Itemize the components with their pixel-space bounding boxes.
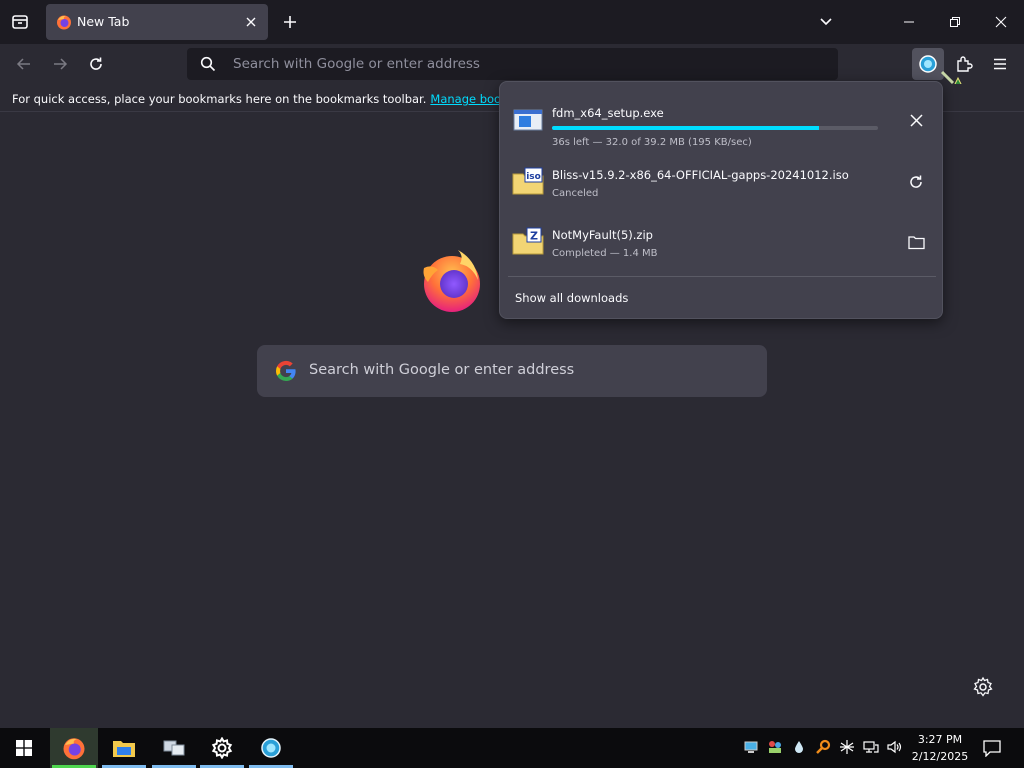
download-manager-icon (261, 738, 281, 758)
downloads-progress-icon (919, 55, 937, 73)
firefox-logo-icon (423, 250, 480, 312)
puzzle-icon (957, 56, 973, 72)
retry-download-button[interactable] (904, 170, 928, 194)
download-filename: Bliss-v15.9.2-x86_64-OFFICIAL-gapps-2024… (552, 168, 849, 182)
taskbar-firefox[interactable] (50, 728, 98, 768)
firefox-view-button[interactable] (4, 6, 36, 38)
taskbar-remote-desktop[interactable] (150, 728, 198, 768)
svg-text:Z: Z (530, 230, 538, 243)
arrow-right-icon (54, 58, 68, 70)
download-filename: fdm_x64_setup.exe (552, 106, 664, 120)
personalize-button[interactable] (972, 676, 994, 698)
arrow-left-icon (16, 58, 30, 70)
notification-icon (983, 739, 1001, 757)
firefox-view-icon (12, 15, 28, 29)
start-button[interactable] (0, 728, 48, 768)
reload-button[interactable] (80, 48, 112, 80)
plus-icon (284, 16, 296, 28)
tray-network-icon[interactable] (862, 738, 880, 756)
hamburger-menu-icon (994, 58, 1006, 70)
restore-button[interactable] (932, 0, 978, 44)
taskbar-file-explorer[interactable] (100, 728, 148, 768)
google-icon (275, 360, 296, 382)
cancel-download-button[interactable] (904, 108, 928, 132)
firefox-icon (63, 738, 85, 760)
tab-new-tab[interactable]: New Tab (46, 4, 268, 40)
window-close-button[interactable] (978, 0, 1024, 44)
tray-monitor-icon[interactable] (742, 738, 760, 756)
bookmarks-message-text: For quick access, place your bookmarks h… (12, 92, 427, 106)
taskbar-clock[interactable]: 3:27 PM 2/12/2025 (908, 731, 972, 765)
show-all-downloads-button[interactable]: Show all downloads (515, 291, 628, 305)
new-tab-button[interactable] (274, 6, 306, 38)
show-in-folder-button[interactable] (904, 230, 928, 254)
close-icon (995, 16, 1007, 28)
minimize-button[interactable] (886, 0, 932, 44)
close-icon (909, 113, 923, 127)
windows-taskbar: 3:27 PM 2/12/2025 (0, 728, 1024, 768)
tray-volume-icon[interactable] (886, 738, 904, 756)
restore-icon (950, 17, 960, 27)
firefox-favicon-icon (57, 15, 71, 30)
taskbar-settings[interactable] (198, 728, 246, 768)
navigation-toolbar: Search with Google or enter address (0, 44, 1024, 101)
tray-drop-icon[interactable] (790, 738, 808, 756)
clock-date: 2/12/2025 (911, 750, 969, 763)
download-progress-bar (552, 126, 878, 130)
back-button[interactable] (8, 48, 40, 80)
url-bar[interactable]: Search with Google or enter address (187, 48, 838, 80)
forward-button[interactable] (44, 48, 76, 80)
zip-file-icon: Z (512, 227, 544, 255)
download-item[interactable]: fdm_x64_setup.exe 36s left — 32.0 of 39.… (508, 90, 936, 148)
gear-icon (211, 737, 233, 759)
bookmarks-empty-message: For quick access, place your bookmarks h… (12, 92, 543, 106)
download-item[interactable]: Z NotMyFault(5).zip Completed — 1.4 MB (508, 212, 936, 270)
tray-search-icon[interactable] (814, 738, 832, 756)
retry-icon (910, 175, 922, 188)
chevron-down-icon (820, 18, 832, 26)
iso-file-icon: iso (512, 167, 544, 195)
download-status: Canceled (552, 188, 599, 199)
minimize-icon (904, 21, 914, 23)
tab-title: New Tab (77, 14, 130, 29)
taskbar-download-manager[interactable] (247, 728, 295, 768)
download-progress-fill (552, 126, 820, 130)
new-tab-search-placeholder: Search with Google or enter address (309, 362, 575, 378)
download-filename: NotMyFault(5).zip (552, 228, 653, 242)
search-icon (200, 56, 216, 72)
windows-logo-icon (16, 740, 32, 756)
svg-text:iso: iso (526, 172, 541, 182)
action-center-button[interactable] (980, 736, 1004, 760)
new-tab-search-box[interactable]: Search with Google or enter address (257, 345, 767, 397)
close-icon (246, 17, 256, 27)
app-menu-button[interactable] (984, 48, 1016, 80)
tab-close-button[interactable] (242, 13, 260, 31)
tray-bluetooth-icon[interactable] (838, 738, 856, 756)
url-bar-placeholder: Search with Google or enter address (233, 56, 480, 72)
file-explorer-icon (113, 741, 135, 757)
download-item[interactable]: iso Bliss-v15.9.2-x86_64-OFFICIAL-gapps-… (508, 152, 936, 210)
download-status: Completed — 1.4 MB (552, 248, 658, 259)
download-status: 36s left — 32.0 of 39.2 MB (195 KB/sec) (552, 137, 752, 148)
gear-icon (973, 676, 993, 697)
computers-icon (163, 740, 185, 756)
folder-icon (907, 235, 925, 249)
downloads-panel: fdm_x64_setup.exe 36s left — 32.0 of 39.… (499, 81, 943, 319)
panel-divider (508, 276, 936, 277)
reload-icon (90, 57, 102, 70)
list-all-tabs-button[interactable] (810, 6, 842, 38)
tray-network-people-icon[interactable] (766, 738, 784, 756)
extensions-button[interactable] (948, 48, 980, 80)
clock-time: 3:27 PM (917, 733, 963, 746)
tab-bar: New Tab (0, 0, 1024, 44)
exe-file-icon (513, 109, 543, 131)
